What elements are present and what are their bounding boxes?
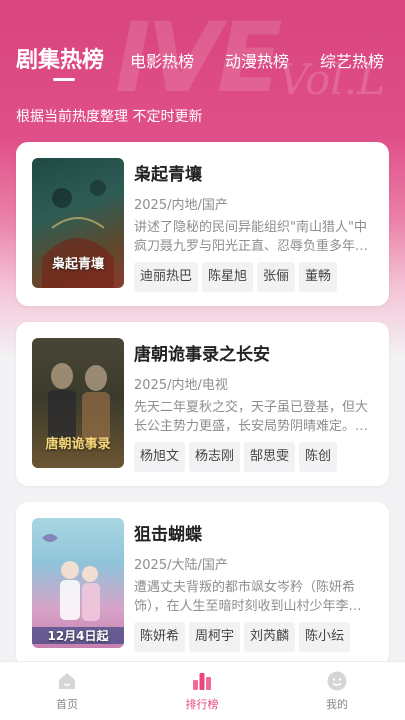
show-poster[interactable]: 枭起青壤 (32, 158, 124, 288)
bottom-nav: 首页 排行榜 我的 (0, 661, 405, 720)
show-description: 讲述了隐秘的民间异能组织"南山猎人"中疯刀聂九罗与阳光正直、忍辱负重多年… (134, 220, 369, 254)
poster-date-text: 12月4日起 (32, 627, 124, 644)
show-title: 唐朝诡事录之长安 (134, 345, 270, 365)
ranking-subtitle: 根据当前热度整理 不定时更新 (16, 109, 203, 125)
cast-tag[interactable]: 周柯宇 (189, 622, 241, 652)
cast-tag[interactable]: 迪丽热巴 (134, 262, 199, 292)
show-description: 先天二年夏秋之交，天子虽已登基，但大长公主势力更盛，长安局势阴晴难定。… (134, 400, 369, 434)
nav-label: 首页 (56, 698, 78, 711)
cast-tag[interactable]: 张俪 (257, 262, 296, 292)
cast-tag[interactable]: 刘芮麟 (244, 622, 296, 652)
cast-tag[interactable]: 陈星旭 (202, 262, 254, 292)
nav-label: 我的 (326, 698, 348, 711)
nav-ranking[interactable]: 排行榜 (162, 670, 242, 712)
show-title: 狙击蝴蝶 (134, 525, 202, 545)
show-card[interactable]: 唐朝诡事录 唐朝诡事录之长安 2025/内地/电视 先天二年夏秋之交，天子虽已登… (16, 322, 389, 486)
cast-tag[interactable]: 董畅 (299, 262, 338, 292)
show-card[interactable]: 12月4日起 狙击蝴蝶 2025/大陆/国产 遭遇丈夫背叛的都市飒女岑矜（陈妍希… (16, 502, 389, 666)
nav-label: 排行榜 (185, 698, 219, 711)
cast-tag[interactable]: 杨志刚 (189, 442, 241, 472)
cast-tag[interactable]: 郜思雯 (244, 442, 296, 472)
category-tabs: 剧集热榜 电影热榜 动漫热榜 综艺热榜 (0, 40, 405, 100)
home-icon (56, 670, 78, 692)
cast-tag[interactable]: 杨旭文 (134, 442, 186, 472)
show-meta: 2025/内地/国产 (134, 198, 228, 213)
show-poster[interactable]: 唐朝诡事录 (32, 338, 124, 468)
cast-tags: 陈妍希 周柯宇 刘芮麟 陈小纭 (134, 622, 374, 652)
profile-icon (326, 670, 348, 692)
show-title: 枭起青壤 (134, 165, 202, 185)
nav-profile[interactable]: 我的 (297, 670, 377, 712)
tab-drama[interactable]: 剧集热榜 (16, 42, 104, 74)
active-tab-indicator (53, 78, 75, 81)
poster-title-text: 枭起青壤 (51, 257, 104, 272)
show-meta: 2025/内地/电视 (134, 378, 228, 393)
cast-tag[interactable]: 陈创 (299, 442, 338, 472)
ranking-icon (191, 670, 213, 692)
cast-tag[interactable]: 陈小纭 (299, 622, 351, 652)
cast-tags: 杨旭文 杨志刚 郜思雯 陈创 (134, 442, 374, 472)
show-poster[interactable]: 12月4日起 (32, 518, 124, 648)
nav-home[interactable]: 首页 (27, 670, 107, 712)
tab-variety[interactable]: 综艺热榜 (320, 48, 384, 72)
show-meta: 2025/大陆/国产 (134, 558, 228, 573)
cast-tags: 迪丽热巴 陈星旭 张俪 董畅 (134, 262, 374, 292)
tab-anime[interactable]: 动漫热榜 (225, 48, 289, 72)
show-description: 遭遇丈夫背叛的都市飒女岑矜（陈妍希饰），在人生至暗时刻收到山村少年李… (134, 580, 362, 614)
tab-movie[interactable]: 电影热榜 (130, 48, 194, 72)
poster-title-text: 唐朝诡事录 (45, 437, 111, 452)
show-card[interactable]: 枭起青壤 枭起青壤 2025/内地/国产 讲述了隐秘的民间异能组织"南山猎人"中… (16, 142, 389, 306)
cast-tag[interactable]: 陈妍希 (134, 622, 186, 652)
